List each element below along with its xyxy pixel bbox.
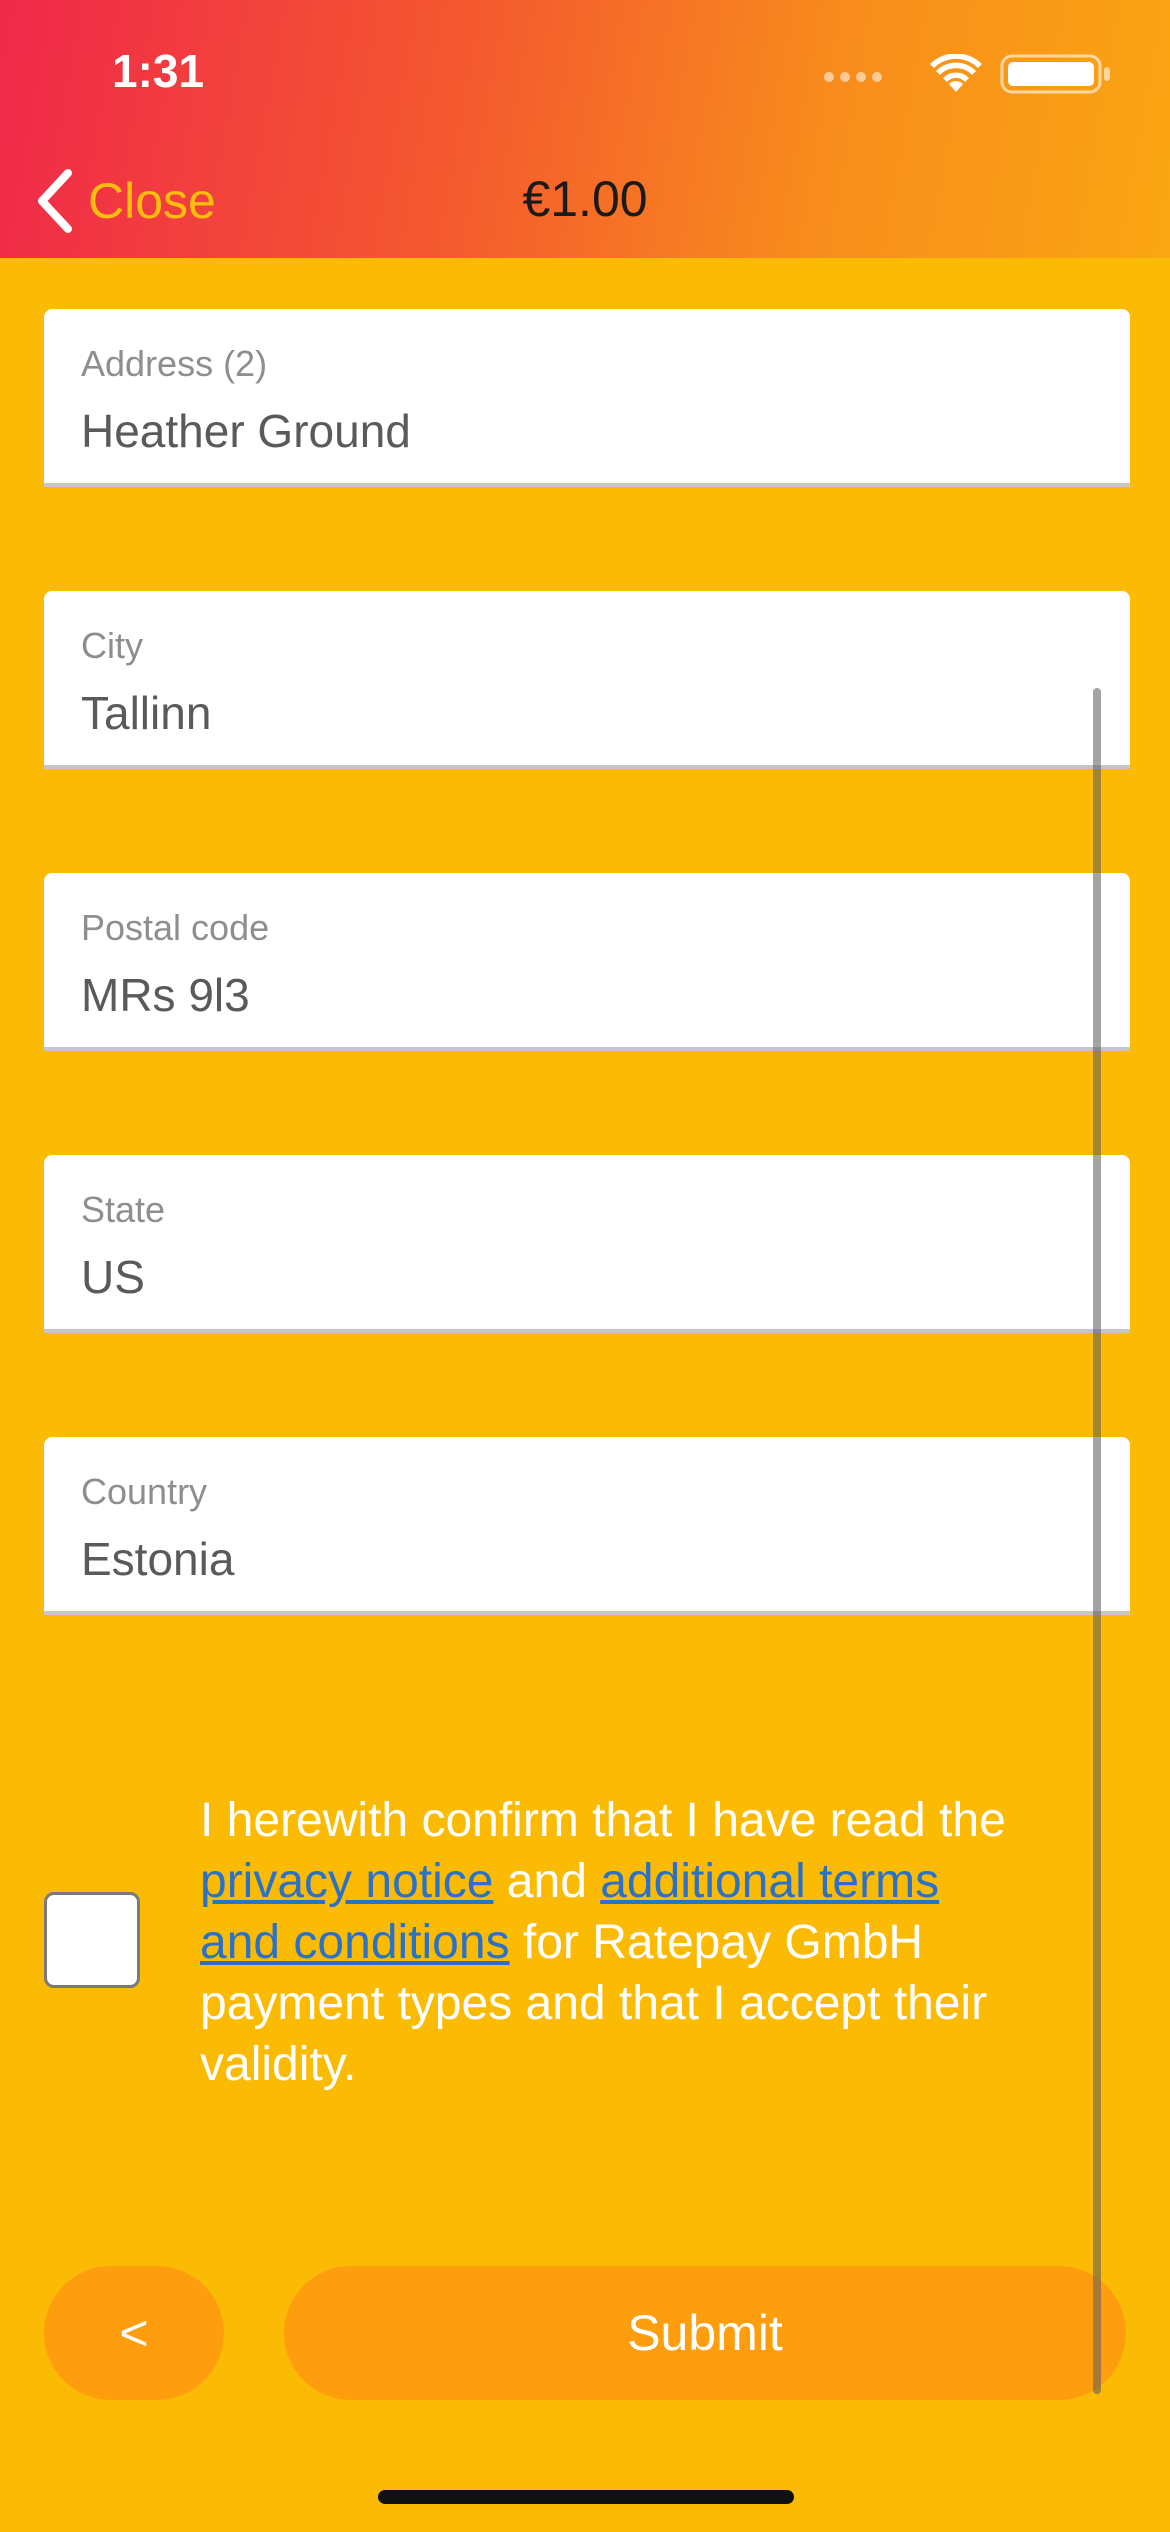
city-field[interactable]: City Tallinn	[44, 591, 1130, 769]
field-label: State	[81, 1189, 166, 1230]
field-label: Country	[81, 1471, 208, 1512]
field-label: Postal code	[81, 907, 270, 948]
submit-button[interactable]: Submit	[284, 2266, 1126, 2400]
country-field[interactable]: Country Estonia	[44, 1437, 1130, 1615]
back-button[interactable]: <	[44, 2266, 224, 2400]
consent-text: I herewith confirm that I have read the …	[200, 1790, 1020, 2095]
home-indicator[interactable]	[378, 2490, 794, 2504]
scrollbar[interactable]	[1093, 688, 1101, 2394]
field-value: Estonia	[81, 1533, 235, 1585]
wifi-icon	[930, 54, 982, 92]
field-value: US	[81, 1251, 145, 1303]
privacy-notice-link[interactable]: privacy notice	[200, 1855, 493, 1908]
field-value: MRs 9l3	[81, 969, 250, 1021]
status-time: 1:31	[112, 45, 205, 97]
address-2-field[interactable]: Address (2) Heather Ground	[44, 309, 1130, 487]
consent-text-part: and	[493, 1855, 601, 1908]
field-label: Address (2)	[81, 343, 268, 384]
status-icons	[814, 54, 1114, 94]
field-label: City	[81, 625, 143, 666]
signal-dots-icon	[824, 72, 884, 84]
field-value: Tallinn	[81, 687, 212, 739]
navigation-header: 1:31 Close €1.00	[0, 0, 1170, 258]
page-title: €1.00	[522, 171, 648, 227]
state-field[interactable]: State US	[44, 1155, 1130, 1333]
battery-icon	[1000, 54, 1110, 94]
consent-text-part: I herewith confirm that I have read the	[200, 1794, 1006, 1847]
postal-code-field[interactable]: Postal code MRs 9l3	[44, 873, 1130, 1051]
field-value: Heather Ground	[81, 405, 411, 457]
consent-checkbox[interactable]	[44, 1892, 140, 1988]
